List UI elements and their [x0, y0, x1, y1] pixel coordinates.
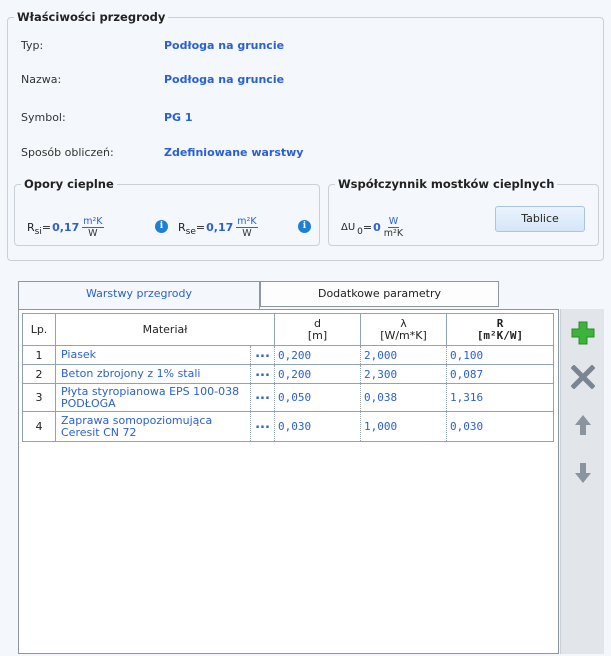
rse-subscript: se: [185, 226, 196, 237]
header-material: Materiał: [56, 314, 275, 345]
rsi-unit: m²K W: [82, 216, 104, 239]
tab-dodatkowe-parametry[interactable]: Dodatkowe parametry: [260, 281, 499, 307]
row-d[interactable]: 0,200: [275, 346, 361, 364]
row-lambda[interactable]: 2,000: [361, 346, 447, 364]
row-lambda[interactable]: 1,000: [361, 412, 447, 441]
delta-u-symbol: ΔU: [341, 222, 356, 233]
row-actions-bar: [560, 309, 604, 654]
header-d-unit: [m]: [307, 328, 328, 342]
tab-warstwy-przegrody[interactable]: Warstwy przegrody: [18, 281, 260, 309]
header-lambda-symbol: λ: [400, 316, 407, 330]
row-material-picker[interactable]: ...: [251, 384, 275, 411]
delta-u-value: ΔU 0 = 0 W m²K: [341, 216, 403, 239]
rsi-number: 0,17: [52, 221, 80, 234]
header-lp-label: Lp.: [30, 322, 48, 336]
row-material-picker[interactable]: ...: [251, 412, 275, 441]
rse-symbol: R: [178, 221, 186, 234]
header-d: d [m]: [275, 314, 361, 345]
arrow-down-icon[interactable]: [571, 461, 595, 485]
rsi-subscript: si: [34, 226, 42, 237]
thermal-bridges-group: Współczynnik mostków cieplnych ΔU 0 = 0 …: [328, 177, 599, 246]
table-row[interactable]: 3 Płyta styropianowa EPS 100-038 PODŁOGA…: [22, 384, 554, 412]
name-value: Podłoga na gruncie: [164, 73, 285, 86]
row-r: 1,316: [450, 391, 484, 404]
symbol-value: PG 1: [164, 111, 193, 124]
header-r-unit: [m²K/W]: [476, 328, 524, 342]
add-icon[interactable]: [571, 321, 595, 345]
delete-icon[interactable]: [571, 365, 595, 389]
tablice-button[interactable]: Tablice: [495, 206, 585, 232]
table-row[interactable]: 2 Beton zbrojony z 1% stali ... 0,200 2,…: [22, 365, 554, 384]
rse-unit-den: W: [242, 228, 252, 239]
row-material[interactable]: Beton zbrojony z 1% stali: [56, 365, 251, 383]
delta-u-unit-num: W: [387, 216, 400, 228]
rse-eq: =: [195, 221, 206, 234]
row-r: 0,030: [450, 420, 484, 433]
row-lambda[interactable]: 0,038: [361, 384, 447, 411]
properties-title: Właściwości przegrody: [14, 10, 169, 24]
row-r: 0,100: [450, 348, 484, 362]
delta-u-unit: W m²K: [384, 216, 403, 239]
header-r-symbol: R: [496, 316, 504, 330]
delta-u-number: 0: [373, 221, 381, 234]
delta-u-eq: =: [362, 221, 373, 234]
delta-u-unit-den: m²K: [383, 228, 404, 239]
rsi-eq: =: [41, 221, 52, 234]
header-lambda-unit: [W/m*K]: [380, 328, 427, 342]
rsi-value: R si = 0,17 m²K W: [27, 216, 104, 239]
header-r: R [m²K/W]: [447, 314, 553, 345]
rse-value: R se = 0,17 m²K W: [178, 216, 258, 239]
rse-unit: m²K W: [236, 216, 258, 239]
row-d[interactable]: 0,200: [275, 365, 361, 383]
symbol-label: Symbol:: [21, 111, 66, 124]
table-row[interactable]: 1 Piasek ... 0,200 2,000 0,100: [22, 346, 554, 365]
row-material-picker[interactable]: ...: [251, 346, 275, 364]
header-material-label: Materiał: [142, 322, 188, 336]
rsi-info-icon[interactable]: i: [155, 220, 168, 233]
arrow-up-icon[interactable]: [571, 413, 595, 437]
row-d[interactable]: 0,030: [275, 412, 361, 441]
rse-unit-num: m²K: [236, 216, 258, 228]
row-d[interactable]: 0,050: [275, 384, 361, 411]
rse-number: 0,17: [206, 221, 234, 234]
row-material[interactable]: Płyta styropianowa EPS 100-038 PODŁOGA: [56, 384, 251, 411]
header-lambda: λ [W/m*K]: [361, 314, 447, 345]
type-value: Podłoga na gruncie: [164, 39, 285, 52]
table-header: Lp. Materiał d [m] λ [W/m*K] R [m²K/W]: [22, 313, 554, 346]
calc-method-label: Sposób obliczeń:: [21, 146, 114, 159]
table-row[interactable]: 4 Zaprawa somopoziomująca Ceresit CN 72 …: [22, 412, 554, 442]
layers-table-panel: Lp. Materiał d [m] λ [W/m*K] R [m²K/W] 1…: [18, 309, 559, 654]
row-material-picker[interactable]: ...: [251, 365, 275, 383]
row-lp: 1: [23, 346, 56, 364]
rsi-unit-num: m²K: [82, 216, 104, 228]
thermal-resistance-title: Opory cieplne: [21, 177, 117, 191]
rsi-unit-den: W: [88, 228, 98, 239]
header-d-symbol: d: [314, 316, 321, 330]
properties-group: Właściwości przegrody Typ: Podłoga na gr…: [7, 10, 604, 261]
row-material[interactable]: Piasek: [56, 346, 251, 364]
type-label: Typ:: [21, 39, 44, 52]
rse-info-icon[interactable]: i: [298, 220, 311, 233]
row-lp: 2: [23, 365, 56, 383]
rsi-symbol: R: [27, 221, 35, 234]
thermal-bridges-title: Współczynnik mostków cieplnych: [335, 177, 558, 191]
row-lambda[interactable]: 2,300: [361, 365, 447, 383]
thermal-resistance-group: Opory cieplne R si = 0,17 m²K W i R se =…: [14, 177, 320, 246]
delta-u-subscript: 0: [357, 226, 363, 237]
name-label: Nazwa:: [21, 73, 62, 86]
row-lp: 3: [23, 384, 56, 411]
header-lp: Lp.: [23, 314, 56, 345]
row-r: 0,087: [450, 367, 484, 381]
calc-method-value: Zdefiniowane warstwy: [164, 146, 304, 159]
row-material[interactable]: Zaprawa somopoziomująca Ceresit CN 72: [56, 412, 251, 441]
row-lp: 4: [23, 412, 56, 441]
